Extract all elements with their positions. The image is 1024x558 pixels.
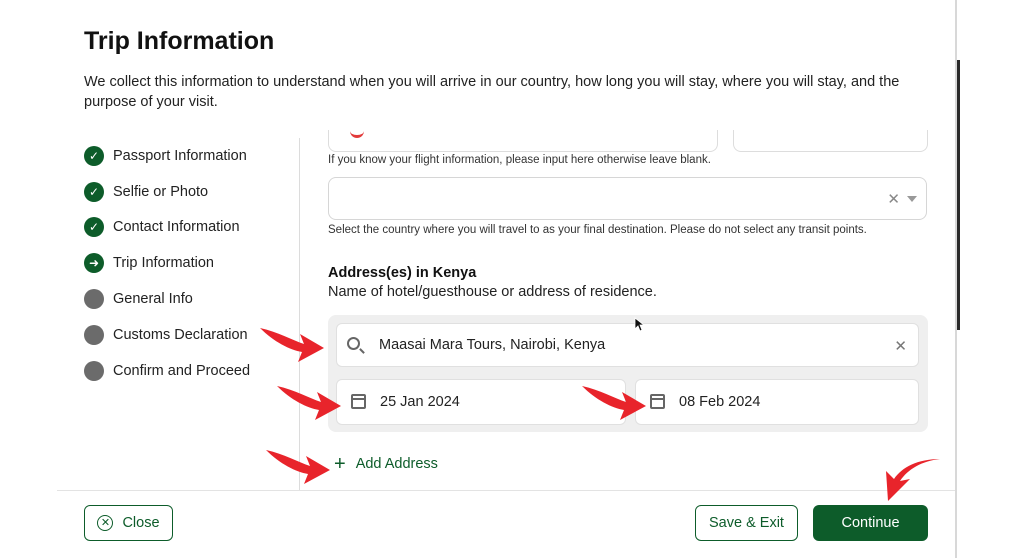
chevron-down-icon[interactable] (907, 196, 917, 202)
check-icon: ✓ (84, 145, 104, 166)
step-customs-declaration[interactable]: Customs Declaration (84, 317, 250, 353)
step-confirm-and-proceed[interactable]: Confirm and Proceed (84, 353, 250, 389)
save-exit-label: Save & Exit (709, 515, 784, 531)
pending-dot-icon (84, 360, 104, 381)
destination-country-select[interactable]: ✕ (328, 177, 927, 220)
annotation-arrow-icon (277, 386, 341, 420)
address-value: Maasai Mara Tours, Nairobi, Kenya (379, 337, 606, 353)
scrollbar[interactable] (957, 60, 960, 330)
continue-button[interactable]: Continue (813, 505, 928, 541)
annotation-arrow-icon (582, 386, 646, 420)
flight-hint: If you know your flight information, ple… (328, 154, 711, 166)
step-passport-information[interactable]: ✓ Passport Information (84, 138, 250, 174)
flight-number-field[interactable] (328, 130, 718, 152)
plus-icon: + (334, 453, 346, 475)
annotation-arrow-icon (260, 328, 324, 362)
page-title: Trip Information (84, 27, 275, 55)
page-edge (957, 0, 1024, 558)
close-circle-icon: ✕ (97, 515, 114, 531)
step-label: General Info (113, 291, 193, 308)
pending-dot-icon (84, 289, 104, 310)
clear-icon[interactable]: ✕ (887, 190, 900, 208)
departure-date-field[interactable]: 08 Feb 2024 (635, 379, 919, 425)
step-label: Contact Information (113, 219, 240, 236)
arrow-right-icon: ➜ (84, 253, 104, 274)
flight-date-field[interactable] (733, 130, 928, 152)
add-address-label: Add Address (355, 456, 438, 472)
save-exit-button[interactable]: Save & Exit (695, 505, 798, 541)
annotation-arrow-icon (266, 450, 330, 484)
pending-dot-icon (84, 324, 104, 345)
destination-hint: Select the country where you will travel… (328, 224, 867, 236)
annotation-arrow-icon (886, 459, 940, 501)
vertical-divider (299, 138, 300, 490)
step-list: ✓ Passport Information ✓ Selfie or Photo… (84, 138, 250, 389)
continue-label: Continue (841, 515, 900, 531)
calendar-icon (351, 394, 366, 409)
address-search-input[interactable]: Maasai Mara Tours, Nairobi, Kenya ✕ (336, 323, 919, 367)
check-icon: ✓ (84, 181, 104, 202)
departure-date-value: 08 Feb 2024 (679, 394, 761, 410)
close-label: Close (122, 515, 160, 531)
step-label: Customs Declaration (113, 326, 248, 343)
arrival-date-value: 25 Jan 2024 (380, 394, 460, 410)
address-section-title: Address(es) in Kenya (328, 265, 477, 281)
step-label: Selfie or Photo (113, 183, 209, 200)
calendar-icon (650, 394, 665, 409)
clear-icon[interactable]: ✕ (894, 337, 907, 355)
step-label: Passport Information (113, 147, 247, 164)
page-description: We collect this information to understan… (84, 74, 900, 110)
close-button[interactable]: ✕ Close (84, 505, 173, 541)
mouse-cursor-icon (634, 317, 646, 332)
address-section-subtitle: Name of hotel/guesthouse or address of r… (328, 284, 657, 300)
step-contact-information[interactable]: ✓ Contact Information (84, 210, 250, 246)
step-label: Trip Information (113, 255, 214, 272)
step-selfie-or-photo[interactable]: ✓ Selfie or Photo (84, 174, 250, 210)
step-trip-information[interactable]: ➜ Trip Information (84, 245, 250, 281)
footer-divider (57, 490, 955, 491)
check-icon: ✓ (84, 217, 104, 238)
step-label: Confirm and Proceed (113, 362, 251, 379)
trip-information-modal: Trip Information We collect this informa… (0, 0, 957, 558)
step-general-info[interactable]: General Info (84, 281, 250, 317)
add-address-button[interactable]: + Add Address (334, 453, 438, 475)
search-icon (347, 337, 360, 350)
